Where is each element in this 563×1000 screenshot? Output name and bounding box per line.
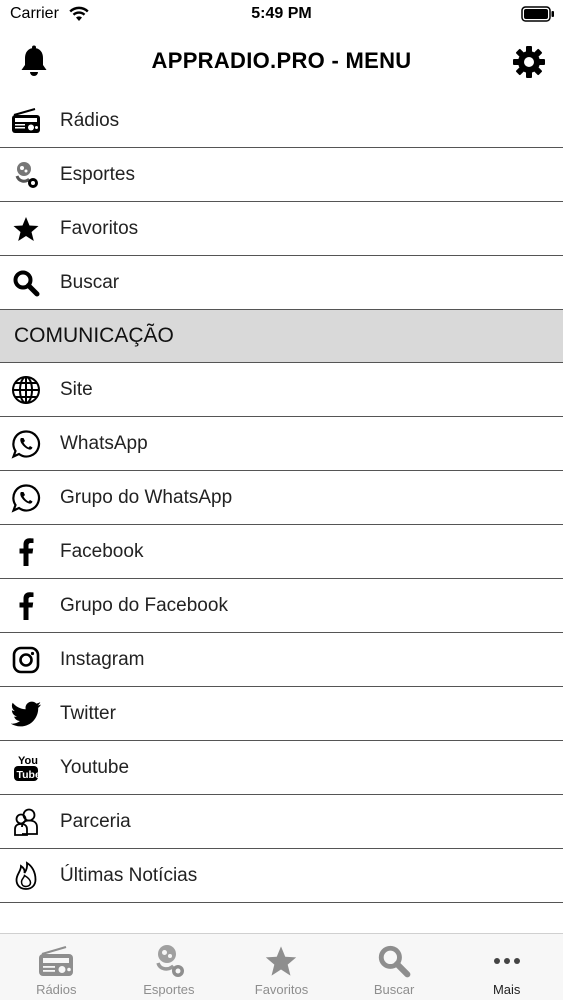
tab-mais[interactable]: Mais <box>450 934 563 1000</box>
sports-icon <box>149 942 189 980</box>
navigation-bar: APPRADIO.PRO - MENU <box>0 30 563 94</box>
menu-item-radios[interactable]: Rádios <box>0 94 563 148</box>
menu-item-label: Grupo do WhatsApp <box>60 486 233 508</box>
globe-icon <box>10 374 42 406</box>
status-bar: Carrier 5:49 PM <box>0 0 563 30</box>
tab-esportes[interactable]: Esportes <box>113 934 226 1000</box>
menu-item-grupo-facebook[interactable]: Grupo do Facebook <box>0 579 563 633</box>
menu-item-label: Site <box>60 378 93 400</box>
menu-item-label: Twitter <box>60 702 116 724</box>
gear-icon <box>513 46 545 78</box>
tab-label: Rádios <box>36 982 77 997</box>
menu-list: Rádios Esportes Favoritos Buscar COMUNIC… <box>0 94 563 903</box>
menu-item-ultimas-noticias[interactable]: Últimas Notícias <box>0 849 563 903</box>
menu-item-label: Parceria <box>60 810 131 832</box>
whatsapp-icon <box>10 428 42 460</box>
menu-item-label: Youtube <box>60 756 130 778</box>
svg-text:Tube: Tube <box>17 769 41 781</box>
section-header-comunicacao: COMUNICAÇÃO <box>0 310 563 363</box>
menu-item-label: Facebook <box>60 540 144 562</box>
tab-label: Mais <box>492 982 521 997</box>
menu-item-esportes[interactable]: Esportes <box>0 148 563 202</box>
radio-icon <box>10 105 42 137</box>
menu-item-grupo-whatsapp[interactable]: Grupo do WhatsApp <box>0 471 563 525</box>
menu-item-youtube[interactable]: You Tube Youtube <box>0 741 563 795</box>
menu-item-label: WhatsApp <box>60 432 148 454</box>
menu-item-parceria[interactable]: Parceria <box>0 795 563 849</box>
search-icon <box>10 267 42 299</box>
more-icon <box>487 942 527 980</box>
tab-label: Buscar <box>373 982 415 997</box>
menu-item-label: Esportes <box>60 163 135 185</box>
tab-label: Favoritos <box>254 982 309 997</box>
twitter-icon <box>10 698 42 730</box>
sports-icon <box>10 159 42 191</box>
menu-item-label: Buscar <box>60 271 120 293</box>
tab-radios[interactable]: Rádios <box>0 934 113 1000</box>
tab-favoritos[interactable]: Favoritos <box>225 934 338 1000</box>
menu-item-buscar[interactable]: Buscar <box>0 256 563 310</box>
facebook-icon <box>10 536 42 568</box>
star-icon <box>10 213 42 245</box>
menu-item-site[interactable]: Site <box>0 363 563 417</box>
youtube-icon: You Tube <box>10 752 42 784</box>
search-icon <box>374 942 414 980</box>
menu-item-label: Grupo do Facebook <box>60 594 228 616</box>
menu-item-label: Últimas Notícias <box>60 864 198 886</box>
menu-item-facebook[interactable]: Facebook <box>0 525 563 579</box>
battery-icon <box>521 6 554 22</box>
settings-button[interactable] <box>509 42 549 82</box>
menu-item-instagram[interactable]: Instagram <box>0 633 563 687</box>
facebook-icon <box>10 590 42 622</box>
menu-item-favoritos[interactable]: Favoritos <box>0 202 563 256</box>
page-title: APPRADIO.PRO - MENU <box>151 48 412 73</box>
menu-item-label: Favoritos <box>60 217 139 239</box>
flame-icon <box>10 860 42 892</box>
star-icon <box>261 942 301 980</box>
instagram-icon <box>10 644 42 676</box>
menu-item-twitter[interactable]: Twitter <box>0 687 563 741</box>
tab-bar: Rádios Esportes Favoritos Buscar Mais <box>0 933 563 1000</box>
tab-buscar[interactable]: Buscar <box>338 934 451 1000</box>
clock: 5:49 PM <box>251 5 312 22</box>
whatsapp-icon <box>10 482 42 514</box>
svg-text:You: You <box>18 755 38 767</box>
partners-icon <box>10 806 42 838</box>
menu-item-label: Rádios <box>60 109 120 131</box>
menu-item-label: Instagram <box>60 648 145 670</box>
menu-item-whatsapp[interactable]: WhatsApp <box>0 417 563 471</box>
radio-icon <box>36 942 76 980</box>
section-title: COMUNICAÇÃO <box>14 324 174 347</box>
tab-label: Esportes <box>143 982 195 997</box>
